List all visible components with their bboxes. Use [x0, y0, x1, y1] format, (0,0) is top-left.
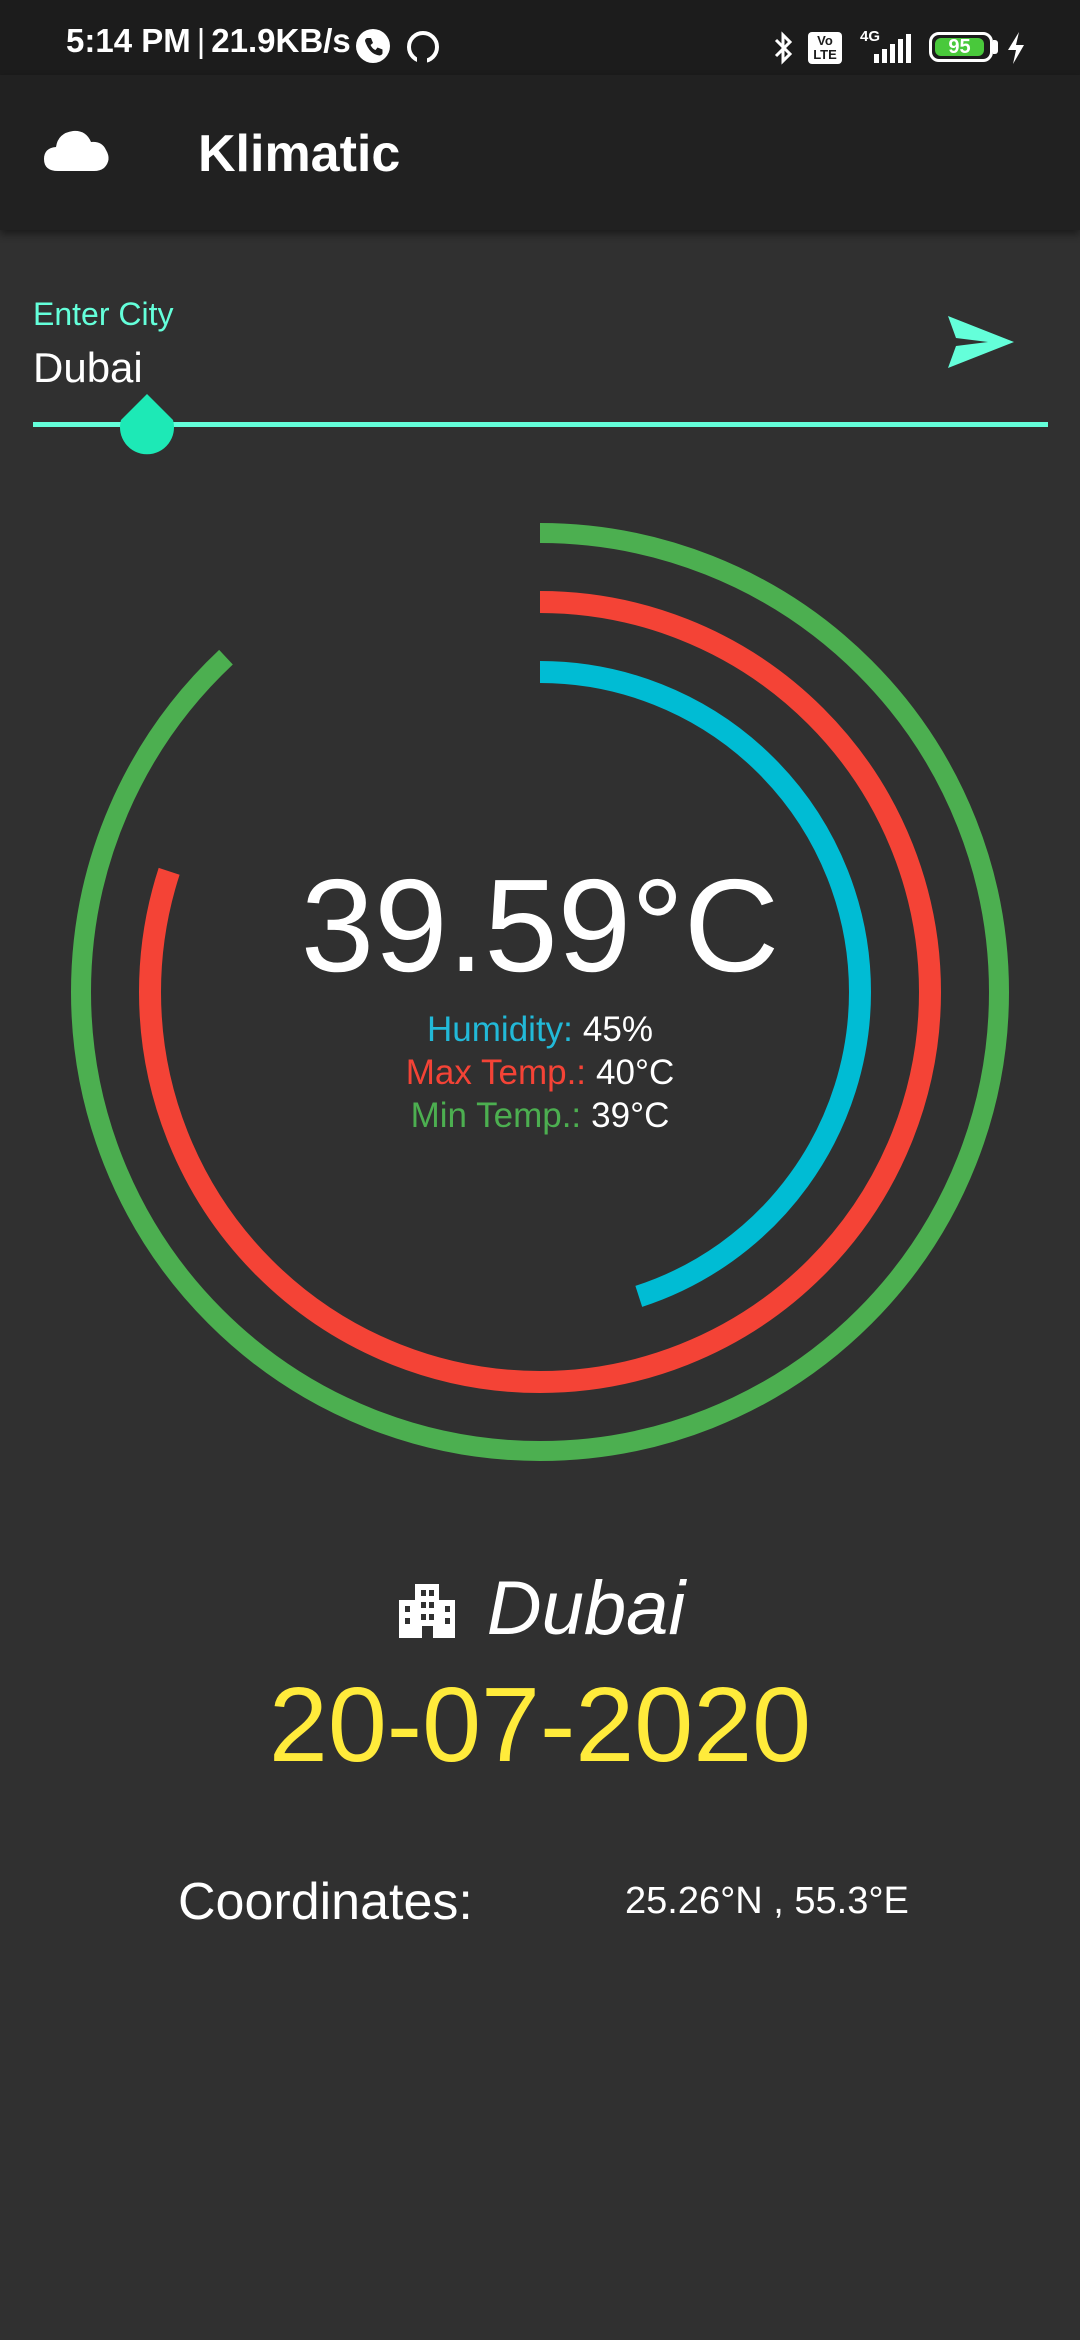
city-input-underline [33, 422, 1048, 427]
min-temp-label: Min Temp.: [410, 1096, 582, 1135]
status-time-speed: 5:14 PM | 21.9KB/s [66, 22, 351, 59]
app-bar: Klimatic [0, 75, 1080, 230]
humidity-label: Humidity: [427, 1010, 573, 1049]
humidity-value: 45% [582, 1010, 653, 1049]
signal-icon [874, 34, 911, 63]
volte-icon: Vo LTE [808, 32, 842, 64]
city-name: Dubai [486, 1565, 686, 1651]
city-field[interactable]: Enter City [33, 292, 1048, 455]
humidity-row: Humidity: 45% [0, 1010, 1080, 1050]
city-row: Dubai [0, 1563, 1080, 1653]
charging-icon [1008, 32, 1024, 64]
phone-icon [356, 29, 390, 63]
building-icon [398, 1584, 455, 1638]
app-title: Klimatic [198, 125, 401, 183]
bluetooth-icon [774, 31, 793, 65]
max-temp-label: Max Temp.: [405, 1053, 587, 1092]
send-icon[interactable] [944, 310, 1018, 374]
temperature-value: 39.59°C [300, 852, 780, 999]
battery-level: 95 [948, 35, 971, 58]
city-label: Enter City [33, 296, 174, 332]
cloud-icon[interactable] [42, 125, 112, 175]
max-temp-value: 40°C [596, 1053, 675, 1092]
text-cursor-handle[interactable] [117, 392, 177, 462]
coordinates-value: 25.26°N , 55.3°E [625, 1880, 909, 1922]
status-bar: 5:14 PM | 21.9KB/s Vo LTE 4G 95 [0, 0, 1080, 75]
network-speed: 21.9KB/s [211, 22, 351, 59]
battery-icon: 95 [929, 32, 993, 62]
min-temp-row: Min Temp.: 39°C [0, 1096, 1080, 1136]
date-text: 20-07-2020 [268, 1666, 812, 1784]
max-temp-row: Max Temp.: 40°C [0, 1053, 1080, 1093]
min-temp-value: 39°C [591, 1096, 670, 1135]
battery-tip [993, 40, 998, 54]
circle-icon [407, 31, 439, 63]
city-input[interactable] [33, 340, 913, 396]
status-time: 5:14 PM [66, 22, 191, 59]
coordinates-label: Coordinates: [178, 1873, 473, 1931]
